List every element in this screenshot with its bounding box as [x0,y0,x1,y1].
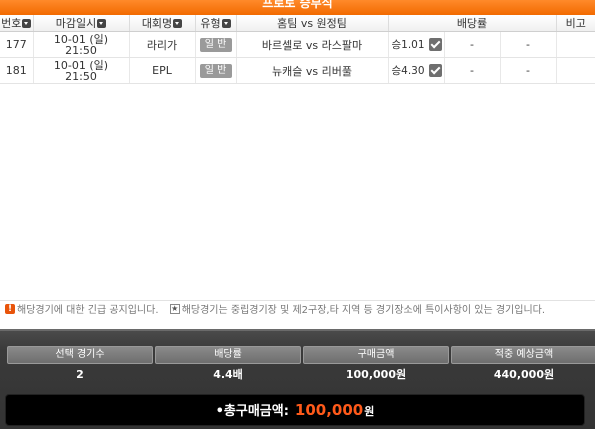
odds-win-label: 승4.30 [391,65,425,77]
purchase-summary-panel: 선택 경기수 배당률 구매금액 적중 예상금액 2 4.4배 100,000원 … [0,329,595,429]
purchase-amount-value: 100,000원 [345,368,407,381]
deadline-date: 10-01 (일) [53,58,109,72]
column-header-odds: 배당률 [388,15,557,32]
row-odds-draw: - [444,57,501,84]
row-odds-draw: - [444,31,501,58]
row-number: 177 [0,31,34,58]
row-type: 일 반 [195,31,237,58]
column-header-note: 비고 [556,15,595,32]
star-icon: ★ [169,304,180,314]
odds-header: 배당률 [155,346,301,364]
table-row: 177 10-01 (일) 21:50 라리가 일 반 바르셀로 vs 라스팔마… [0,31,595,58]
type-badge: 일 반 [199,38,232,52]
row-note [556,31,595,58]
odds-win-label: 승1.01 [391,39,425,51]
row-odds-win[interactable]: 승1.01 [388,31,445,58]
alert-icon: ! [5,304,15,314]
notice-bar: ! 해당경기에 대한 긴급 공지입니다. ★ 해당경기는 중립경기장 및 제2구장,… [0,300,595,320]
row-note [556,57,595,84]
sort-icon[interactable] [221,18,231,28]
purchase-amount-header: 구매금액 [303,346,449,364]
row-number: 181 [0,57,34,84]
row-league: EPL [129,57,196,84]
selected-count-header: 선택 경기수 [7,346,153,364]
odds-value: 4.4배 [213,368,243,381]
checkbox-checked-icon[interactable] [428,64,442,77]
row-odds-lose: - [500,31,557,58]
title-bar: 프로토 승부식 [0,0,595,15]
row-odds-lose: - [500,57,557,84]
type-badge: 일 반 [199,64,232,78]
column-header-no[interactable]: 번호 [0,15,34,32]
match-table: 번호 마감일시 대회명 유형 홈팀 vs 원정팀 배당률 비고 177 10-0… [0,15,595,84]
total-purchase-amount: 100,000 [294,401,364,419]
row-match: 바르셀로 vs 라스팔마 [236,31,389,58]
expected-payout-value: 440,000원 [493,368,555,381]
row-deadline: 10-01 (일) 21:50 [33,31,130,58]
total-purchase-unit: 원 [364,405,375,418]
sort-icon[interactable] [22,18,32,28]
column-header-match: 홈팀 vs 원정팀 [236,15,389,32]
selected-count-value: 2 [76,368,84,381]
row-type: 일 반 [195,57,237,84]
alert-notice-text: 해당경기에 대한 긴급 공지입니다. [17,305,159,316]
expected-payout-header: 적중 예상금액 [451,346,595,364]
column-header-deadline[interactable]: 마감일시 [33,15,130,32]
row-match: 뉴캐슬 vs 리버풀 [236,57,389,84]
star-notice-text: 해당경기는 중립경기장 및 제2구장,타 지역 등 경기장소에 특이사항이 있는… [181,305,546,316]
table-row: 181 10-01 (일) 21:50 EPL 일 반 뉴캐슬 vs 리버풀 승… [0,57,595,84]
sort-icon[interactable] [97,18,107,28]
deadline-time: 21:50 [65,69,97,83]
total-purchase-box: •총구매금액: 100,000원 [5,394,585,426]
deadline-date: 10-01 (일) [53,32,109,46]
row-deadline: 10-01 (일) 21:50 [33,57,130,84]
table-header-row: 번호 마감일시 대회명 유형 홈팀 vs 원정팀 배당률 비고 [0,15,595,32]
column-header-type[interactable]: 유형 [195,15,237,32]
deadline-time: 21:50 [65,43,97,57]
column-header-league[interactable]: 대회명 [129,15,196,32]
total-purchase-label: •총구매금액: [215,404,289,419]
page-title: 프로토 승부식 [262,0,333,10]
sort-icon[interactable] [173,18,183,28]
checkbox-checked-icon[interactable] [428,38,442,51]
row-league: 라리가 [129,31,196,58]
row-odds-win[interactable]: 승4.30 [388,57,445,84]
